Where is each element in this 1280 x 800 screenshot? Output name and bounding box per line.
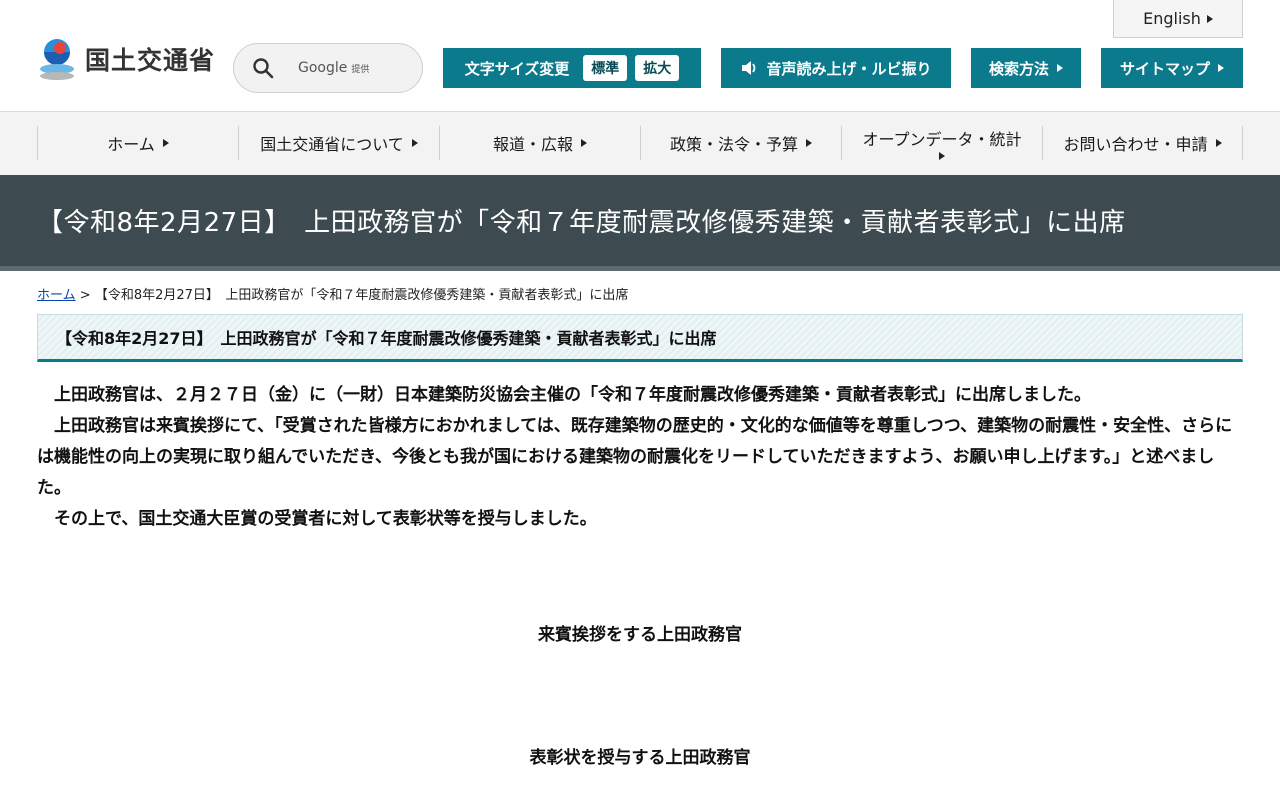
triangle-right-icon xyxy=(581,139,587,147)
speaker-icon xyxy=(742,61,756,75)
sitemap-button[interactable]: サイトマップ xyxy=(1101,48,1243,88)
photo-caption: 来賓挨拶をする上田政務官 xyxy=(538,625,742,645)
gnav-label: 報道・広報 xyxy=(492,135,573,154)
english-button[interactable]: English xyxy=(1113,0,1243,38)
search-provider-name: Google xyxy=(298,60,348,76)
photo-caption: 表彰状を授与する上田政務官 xyxy=(529,748,751,768)
triangle-right-icon xyxy=(806,139,812,147)
font-size-enlarge-button[interactable]: 拡大 xyxy=(635,55,680,81)
breadcrumb-home-link[interactable]: ホーム xyxy=(37,288,76,303)
gnav-label: ホーム xyxy=(107,135,155,154)
search-icon[interactable] xyxy=(252,57,274,79)
font-size-label: 文字サイズ変更 xyxy=(464,59,570,78)
breadcrumb: ホーム > 【令和8年2月27日】 上田政務官が「令和７年度耐震改修優秀建築・貢… xyxy=(37,284,628,303)
font-size-standard-button[interactable]: 標準 xyxy=(583,55,628,81)
voice-reading-label: 音声読み上げ・ルビ振り xyxy=(766,59,932,78)
page-title: 【令和8年2月27日】 上田政務官が「令和７年度耐震改修優秀建築・貢献者表彰式」… xyxy=(37,208,1126,238)
triangle-right-icon xyxy=(1206,14,1213,23)
mlit-logo-icon xyxy=(40,39,74,80)
gnav-label: お問い合わせ・申請 xyxy=(1063,135,1208,154)
article-paragraph: 上田政務官は、２月２７日（金）に（一財）日本建築防災協会主催の「令和７年度耐震改… xyxy=(54,385,1091,405)
sitemap-label: サイトマップ xyxy=(1119,59,1210,78)
triangle-right-icon xyxy=(1057,64,1063,72)
triangle-right-icon xyxy=(939,152,945,160)
gnav-item-policy[interactable]: 政策・法令・予算 xyxy=(640,126,841,160)
section-heading: 【令和8年2月27日】 上田政務官が「令和７年度耐震改修優秀建築・貢献者表彰式」… xyxy=(56,329,717,348)
section-heading-box: 【令和8年2月27日】 上田政務官が「令和７年度耐震改修優秀建築・貢献者表彰式」… xyxy=(37,314,1243,362)
voice-reading-button[interactable]: 音声読み上げ・ルビ振り xyxy=(721,48,951,88)
search-provider-suffix: 提供 xyxy=(351,65,370,75)
triangle-right-icon xyxy=(1215,139,1222,147)
search-method-button[interactable]: 検索方法 xyxy=(971,48,1081,88)
breadcrumb-current: 【令和8年2月27日】 上田政務官が「令和７年度耐震改修優秀建築・貢献者表彰式」… xyxy=(94,288,629,303)
site-logo[interactable]: 国土交通省 xyxy=(37,37,215,81)
gnav-label: 国土交通省について xyxy=(260,135,404,154)
article-body: 上田政務官は、２月２７日（金）に（一財）日本建築防災協会主催の「令和７年度耐震改… xyxy=(37,380,1243,535)
site-search-box[interactable]: Google 提供 xyxy=(233,43,423,93)
font-size-control: 文字サイズ変更 標準 拡大 xyxy=(443,48,701,88)
global-nav: ホーム 国土交通省について 報道・広報 政策・法令・予算 オープンデータ・統計 … xyxy=(0,112,1280,175)
triangle-right-icon xyxy=(1218,64,1224,72)
gnav-item-contact[interactable]: お問い合わせ・申請 xyxy=(1042,126,1243,160)
gnav-item-home[interactable]: ホーム xyxy=(37,126,238,160)
search-method-label: 検索方法 xyxy=(988,59,1049,78)
gnav-item-opendata[interactable]: オープンデータ・統計 xyxy=(841,126,1042,160)
page-title-band: 【令和8年2月27日】 上田政務官が「令和７年度耐震改修優秀建築・貢献者表彰式」… xyxy=(0,175,1280,271)
site-header: 国土交通省 Google 提供 English 文字サイズ変更 標準 拡大 音声読… xyxy=(0,0,1280,112)
gnav-item-press[interactable]: 報道・広報 xyxy=(439,126,640,160)
logo-text: 国土交通省 xyxy=(85,46,216,75)
triangle-right-icon xyxy=(162,139,169,147)
triangle-right-icon xyxy=(411,139,418,147)
gnav-label: 政策・法令・予算 xyxy=(669,135,798,154)
gnav-label: オープンデータ・統計 xyxy=(862,130,1022,149)
gnav-item-about[interactable]: 国土交通省について xyxy=(238,126,439,160)
search-provider-label: Google 提供 xyxy=(298,60,369,76)
english-label: English xyxy=(1143,9,1201,28)
article-paragraph: 上田政務官は来賓挨拶にて、「受賞された皆様方におかれましては、既存建築物の歴史的… xyxy=(37,416,1233,498)
breadcrumb-separator: > xyxy=(79,288,91,303)
article-paragraph: その上で、国土交通大臣賞の受賞者に対して表彰状等を授与しました。 xyxy=(54,509,597,529)
